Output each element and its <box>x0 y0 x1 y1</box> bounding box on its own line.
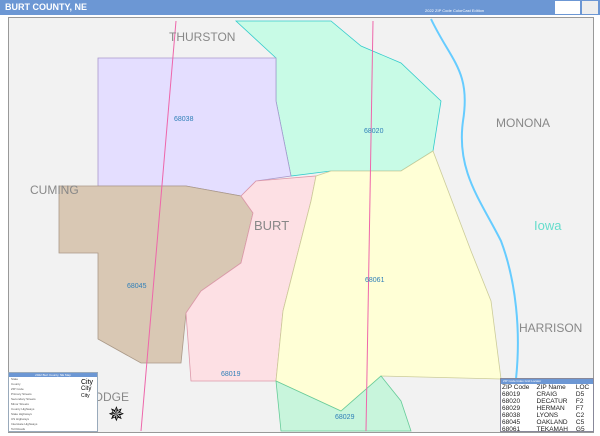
brand-logo <box>555 1 580 14</box>
cell: 68029 <box>502 405 521 412</box>
cell: CRAIG <box>536 391 558 398</box>
cell: 68061 <box>502 426 521 433</box>
edition-label: 2022 ZIP Code ColorCast Edition <box>425 8 485 13</box>
zip-area-68038 <box>97 57 292 197</box>
state-label: Iowa <box>534 218 562 233</box>
cell: F2 <box>575 398 584 405</box>
zip-label: 68020 <box>364 128 384 135</box>
cell: G5 <box>575 426 585 433</box>
cell: TEKAMAH <box>536 426 568 433</box>
zip-label: 68019 <box>221 371 241 378</box>
cell: HERMAN <box>536 405 565 412</box>
cell: 68045 <box>502 419 521 426</box>
cell: OAKLAND <box>536 419 568 426</box>
city-size-large: City <box>81 379 94 386</box>
table-header-row: ZIP Code ZIP Name LOC <box>501 384 593 391</box>
county-label: MONONA <box>496 116 550 130</box>
cell: 68038 <box>502 412 521 419</box>
map-canvas[interactable]: THURSTON MONONA CUMING BURT HARRISON DOD… <box>8 17 594 433</box>
table-row: 68029 HERMAN F7 <box>501 405 593 412</box>
cell: C2 <box>575 412 585 419</box>
map-legend: 2022 Burt County, NE Map State County ZI… <box>8 372 98 432</box>
map-title: BURT COUNTY, NE <box>5 2 88 12</box>
table-row: 68019 CRAIG D5 <box>501 391 593 398</box>
cell: F7 <box>575 405 584 412</box>
zip-label: 68038 <box>174 116 194 123</box>
compass-rose-icon: ✵ <box>108 404 125 426</box>
legend-item: Toll Roads <box>11 427 26 431</box>
cell: D5 <box>575 391 585 398</box>
cell: DECATUR <box>536 398 568 405</box>
county-label: CUMING <box>30 183 79 197</box>
zip-index-table: ZIP Code Index Grid Locator ZIP Code ZIP … <box>500 378 594 433</box>
county-label: BURT <box>254 218 290 233</box>
table-row: 68061 TEKAMAH G5 <box>501 426 593 433</box>
zip-label: 68029 <box>335 414 355 421</box>
zip-label: 68045 <box>127 283 147 290</box>
county-label: HARRISON <box>519 321 583 335</box>
col-header: ZIP Code <box>502 384 530 391</box>
table-row: 68038 LYONS C2 <box>501 412 593 419</box>
city-size-medium: City <box>81 386 92 392</box>
county-label: THURSTON <box>169 30 236 44</box>
col-header: ZIP Name <box>536 384 566 391</box>
zip-label: 68061 <box>365 277 385 284</box>
table-row: 68045 OAKLAND C5 <box>501 419 593 426</box>
zip-regions <box>58 18 519 432</box>
city-size-small: City <box>81 393 90 399</box>
cell: LYONS <box>536 412 559 419</box>
header-bar: BURT COUNTY, NE 2022 ZIP Code ColorCast … <box>0 0 600 15</box>
table-row: 68020 DECATUR F2 <box>501 398 593 405</box>
col-header: LOC <box>575 384 590 391</box>
cell: 68019 <box>502 391 521 398</box>
qr-badge <box>582 1 598 14</box>
cell: C5 <box>575 419 585 426</box>
cell: 68020 <box>502 398 521 405</box>
